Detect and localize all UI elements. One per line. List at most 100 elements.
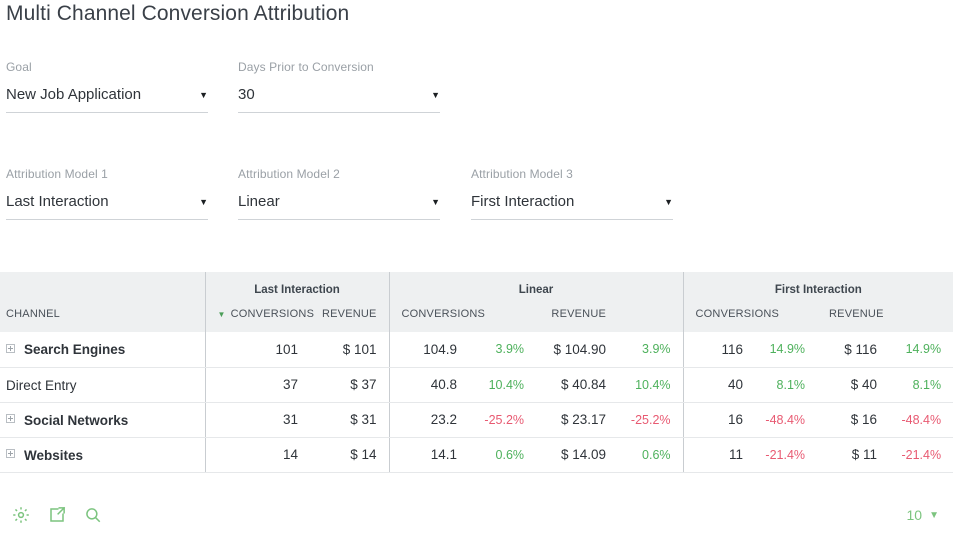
- cell-first-revenue-delta: 8.1%: [889, 367, 953, 402]
- table-row[interactable]: Websites14$ 1414.10.6%$ 14.090.6%11-21.4…: [0, 437, 953, 472]
- group-header-row: Last Interaction Linear First Interactio…: [0, 272, 953, 300]
- cell-last-revenue: $ 37: [310, 367, 389, 402]
- attribution-model-2-value: Linear: [238, 192, 280, 212]
- attribution-model-3-control[interactable]: First Interaction ▼: [471, 192, 673, 220]
- group-header-first-interaction: First Interaction: [683, 272, 953, 300]
- attribution-model-1-control[interactable]: Last Interaction ▼: [6, 192, 208, 220]
- channel-name: Websites: [24, 447, 83, 462]
- gear-icon[interactable]: [12, 506, 30, 524]
- column-header-linear-revenue[interactable]: REVENUE: [536, 300, 618, 332]
- cell-linear-conversions: 104.9: [389, 332, 469, 367]
- column-header-linear-conversions[interactable]: CONVERSIONS: [389, 300, 469, 332]
- attribution-model-2-select[interactable]: Attribution Model 2 Linear ▼: [238, 167, 440, 229]
- goal-select[interactable]: Goal New Job Application ▼: [6, 60, 208, 122]
- column-header-last-conversions-label: CONVERSIONS: [231, 308, 315, 320]
- cell-first-conversions: 40: [683, 367, 755, 402]
- cell-linear-conversions-delta: 3.9%: [469, 332, 536, 367]
- attribution-model-3-label: Attribution Model 3: [471, 167, 673, 181]
- cell-last-revenue: $ 14: [310, 437, 389, 472]
- attribution-model-3-value: First Interaction: [471, 192, 574, 212]
- table-header: Last Interaction Linear First Interactio…: [0, 272, 953, 332]
- cell-first-conversions: 16: [683, 402, 755, 437]
- cell-linear-conversions-delta: 10.4%: [469, 367, 536, 402]
- chevron-down-icon: ▼: [656, 192, 673, 212]
- table-footer: 10 ▼: [0, 496, 953, 534]
- cell-channel[interactable]: Websites: [0, 437, 205, 472]
- cell-first-revenue-delta: -21.4%: [889, 437, 953, 472]
- chevron-down-icon: ▼: [191, 85, 208, 105]
- group-header-last-interaction: Last Interaction: [205, 272, 389, 300]
- attribution-table-container: Last Interaction Linear First Interactio…: [0, 272, 953, 473]
- page-title: Multi Channel Conversion Attribution: [6, 2, 349, 26]
- attribution-model-1-label: Attribution Model 1: [6, 167, 208, 181]
- chevron-down-icon: ▼: [929, 510, 939, 521]
- chevron-down-icon: ▼: [191, 192, 208, 212]
- sort-desc-icon: ▼: [218, 310, 226, 319]
- cell-first-conversions-delta: -48.4%: [755, 402, 817, 437]
- cell-first-conversions-delta: 14.9%: [755, 332, 817, 367]
- column-header-first-conversions[interactable]: CONVERSIONS: [683, 300, 755, 332]
- attribution-model-3-select[interactable]: Attribution Model 3 First Interaction ▼: [471, 167, 673, 229]
- cell-channel[interactable]: Direct Entry: [0, 367, 205, 402]
- column-header-channel[interactable]: CHANNEL: [0, 300, 205, 332]
- rows-per-page-value: 10: [907, 507, 923, 523]
- channel-name: Social Networks: [24, 412, 128, 427]
- cell-first-conversions: 116: [683, 332, 755, 367]
- attribution-model-2-control[interactable]: Linear ▼: [238, 192, 440, 220]
- channel-name: Direct Entry: [6, 377, 77, 392]
- search-icon[interactable]: [84, 506, 102, 524]
- column-header-first-revenue-delta: [889, 300, 953, 332]
- days-prior-select[interactable]: Days Prior to Conversion 30 ▼: [238, 60, 440, 122]
- cell-first-conversions-delta: -21.4%: [755, 437, 817, 472]
- footer-icon-group: [12, 506, 102, 524]
- cell-linear-revenue-delta: -25.2%: [618, 402, 683, 437]
- table-row[interactable]: Direct Entry37$ 3740.810.4%$ 40.8410.4%4…: [0, 367, 953, 402]
- chevron-down-icon: ▼: [423, 85, 440, 105]
- attribution-model-1-select[interactable]: Attribution Model 1 Last Interaction ▼: [6, 167, 208, 229]
- cell-last-conversions: 101: [205, 332, 310, 367]
- expand-icon[interactable]: [6, 344, 15, 353]
- attribution-model-1-value: Last Interaction: [6, 192, 109, 212]
- column-header-first-revenue[interactable]: REVENUE: [817, 300, 889, 332]
- cell-linear-conversions-delta: 0.6%: [469, 437, 536, 472]
- table-body: Search Engines 101$ 101104.93.9%$ 104.90 3…: [0, 332, 953, 472]
- column-header-last-conversions[interactable]: ▼CONVERSIONS: [205, 300, 310, 332]
- goal-select-control[interactable]: New Job Application ▼: [6, 85, 208, 113]
- days-prior-value: 30: [238, 85, 255, 105]
- cell-channel[interactable]: Social Networks: [0, 402, 205, 437]
- table-row[interactable]: Search Engines101$ 101104.93.9%$ 104.903…: [0, 332, 953, 367]
- expand-icon[interactable]: [6, 449, 15, 458]
- cell-linear-revenue-delta: 0.6%: [618, 437, 683, 472]
- cell-first-revenue: $ 116: [817, 332, 889, 367]
- cell-first-revenue-delta: 14.9%: [889, 332, 953, 367]
- cell-channel[interactable]: Search Engines: [0, 332, 205, 367]
- cell-linear-conversions-delta: -25.2%: [469, 402, 536, 437]
- group-header-blank: [0, 272, 205, 300]
- cell-first-conversions: 11: [683, 437, 755, 472]
- goal-label: Goal: [6, 60, 208, 74]
- export-icon[interactable]: [48, 506, 66, 524]
- channel-name: Search Engines: [24, 342, 125, 357]
- cell-linear-revenue: $ 104.90: [536, 332, 618, 367]
- cell-first-revenue: $ 11: [817, 437, 889, 472]
- cell-last-conversions: 31: [205, 402, 310, 437]
- goal-value: New Job Application: [6, 85, 141, 105]
- group-header-linear: Linear: [389, 272, 683, 300]
- cell-first-revenue: $ 16: [817, 402, 889, 437]
- chevron-down-icon: ▼: [423, 192, 440, 212]
- cell-linear-revenue: $ 23.17: [536, 402, 618, 437]
- rows-per-page-selector[interactable]: 10 ▼: [907, 507, 939, 523]
- days-prior-select-control[interactable]: 30 ▼: [238, 85, 440, 113]
- cell-last-conversions: 37: [205, 367, 310, 402]
- attribution-table: Last Interaction Linear First Interactio…: [0, 272, 953, 473]
- cell-first-revenue: $ 40: [817, 367, 889, 402]
- cell-last-revenue: $ 101: [310, 332, 389, 367]
- table-row[interactable]: Social Networks31$ 3123.2-25.2%$ 23.17-2…: [0, 402, 953, 437]
- column-header-linear-revenue-delta: [618, 300, 683, 332]
- expand-icon[interactable]: [6, 414, 15, 423]
- cell-first-conversions-delta: 8.1%: [755, 367, 817, 402]
- column-header-last-revenue[interactable]: REVENUE: [310, 300, 389, 332]
- cell-first-revenue-delta: -48.4%: [889, 402, 953, 437]
- cell-last-conversions: 14: [205, 437, 310, 472]
- cell-linear-conversions: 14.1: [389, 437, 469, 472]
